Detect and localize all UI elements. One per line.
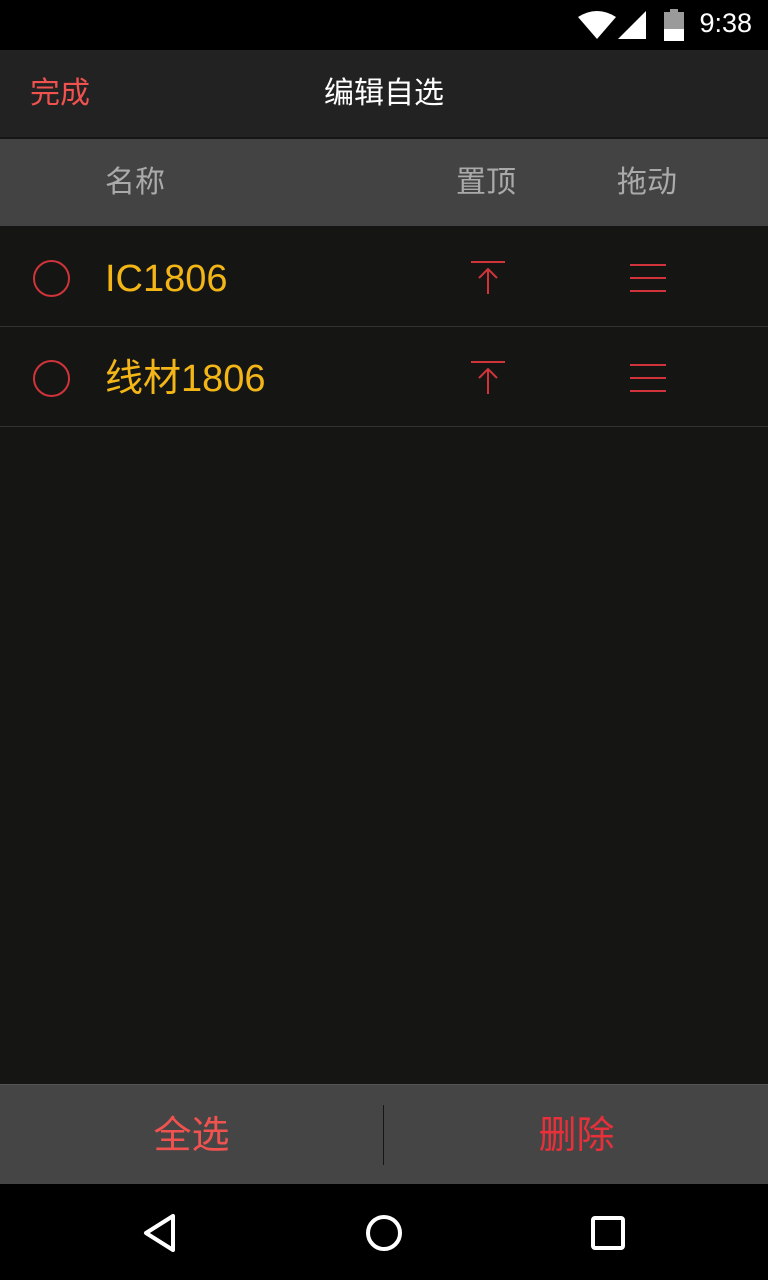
- bottom-action-bar: 全选 删除: [0, 1084, 768, 1184]
- page-title: 编辑自选: [324, 76, 444, 111]
- column-name-header: 名称: [105, 165, 165, 200]
- column-pin-header: 置顶: [456, 165, 516, 200]
- delete-button[interactable]: 删除: [385, 1085, 768, 1185]
- title-bar: 完成 编辑自选: [0, 50, 768, 138]
- back-triangle-icon[interactable]: [138, 1210, 184, 1256]
- home-circle-icon[interactable]: [361, 1210, 407, 1256]
- select-all-button[interactable]: 全选: [0, 1085, 383, 1185]
- column-header: 名称 置顶 拖动: [0, 139, 768, 226]
- cell-signal-icon: [618, 11, 646, 39]
- wifi-icon: [578, 11, 616, 39]
- status-time: 9:38: [699, 8, 752, 38]
- navigation-bar: [0, 1184, 768, 1280]
- item-name: IC1806: [105, 258, 228, 300]
- column-drag-header: 拖动: [617, 165, 677, 200]
- status-bar: 9:38: [0, 0, 768, 50]
- pin-to-top-icon[interactable]: [469, 360, 507, 396]
- select-checkbox[interactable]: [33, 260, 70, 297]
- recents-square-icon[interactable]: [585, 1210, 631, 1256]
- battery-icon: [664, 9, 684, 41]
- drag-handle-icon[interactable]: [629, 360, 667, 396]
- item-name: 线材1806: [105, 358, 266, 400]
- drag-handle-icon[interactable]: [629, 260, 667, 296]
- watchlist: IC1806 线材1806: [0, 227, 768, 427]
- list-item[interactable]: 线材1806: [0, 327, 768, 427]
- list-item[interactable]: IC1806: [0, 227, 768, 327]
- divider: [383, 1105, 384, 1165]
- select-checkbox[interactable]: [33, 360, 70, 397]
- pin-to-top-icon[interactable]: [469, 260, 507, 296]
